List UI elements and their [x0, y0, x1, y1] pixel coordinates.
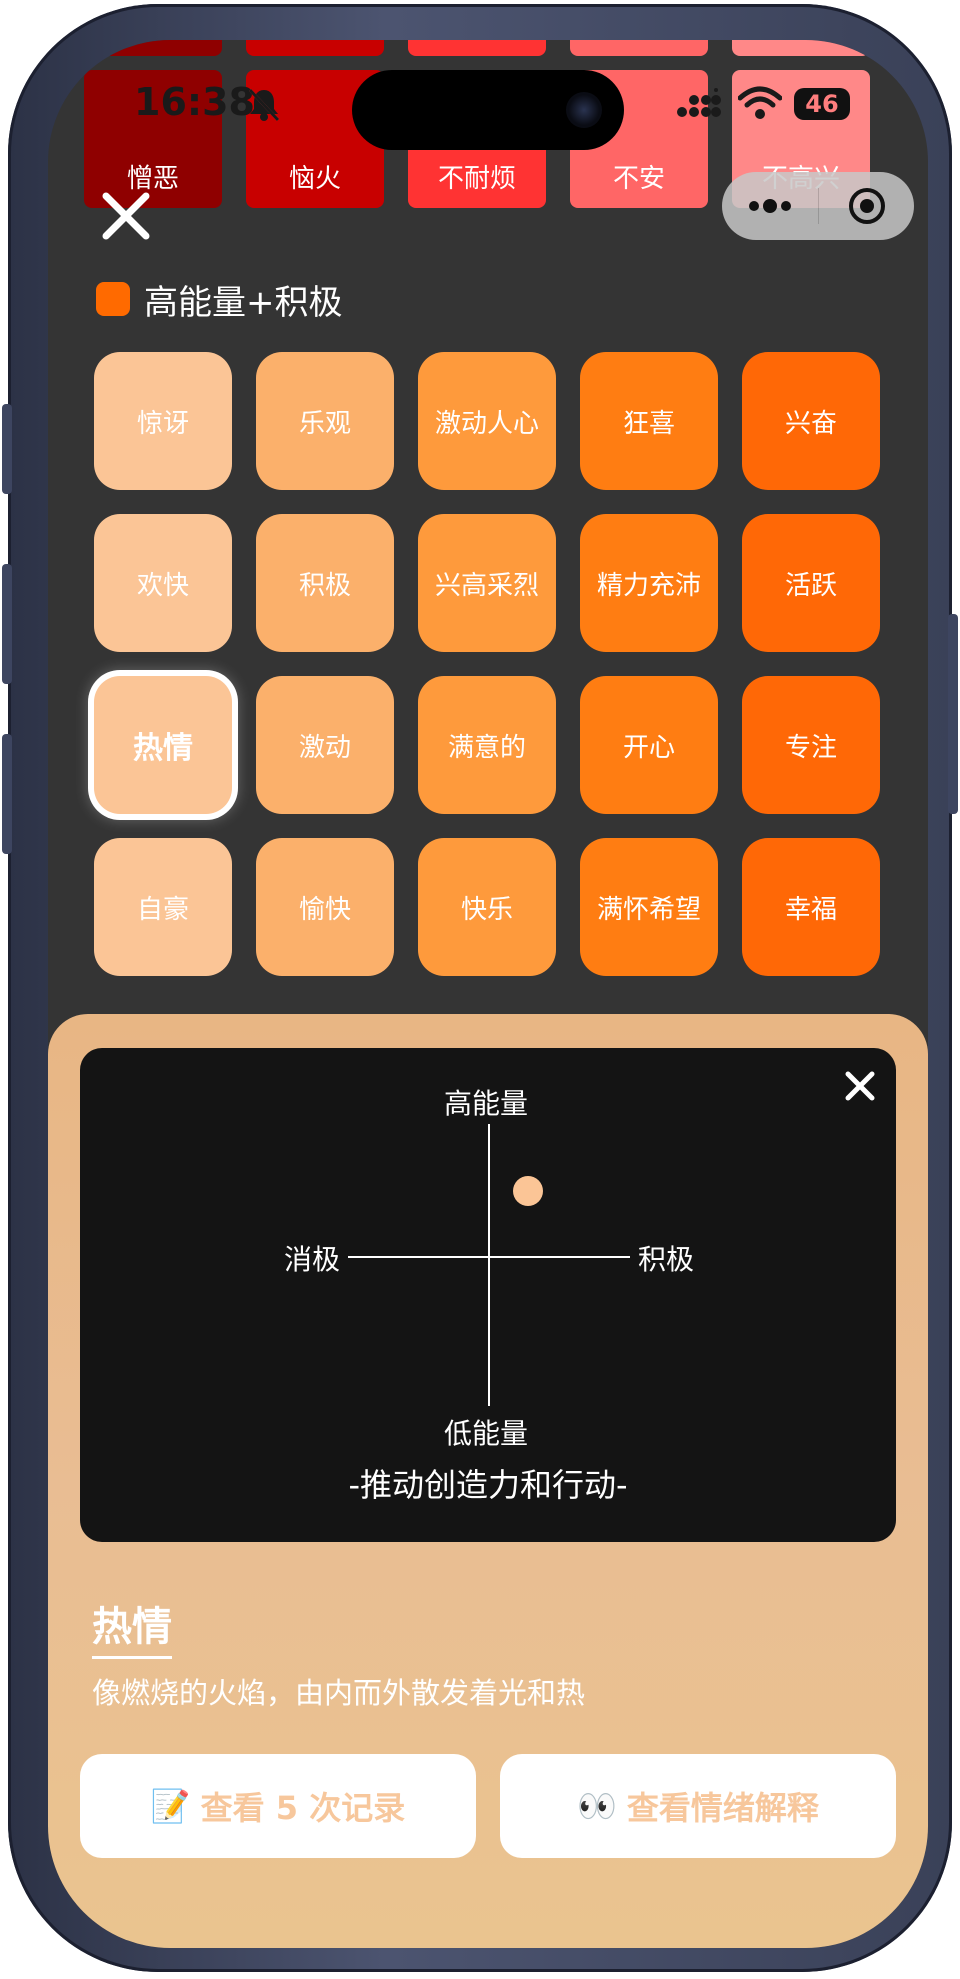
emotion-tile[interactable]: 激动 [256, 676, 394, 814]
emotion-tile[interactable]: 活跃 [742, 514, 880, 652]
power-button [948, 614, 958, 814]
cellular-signal-icon [677, 88, 721, 117]
quadrant-subtitle: -推动创造力和行动- [348, 1466, 628, 1504]
volume-up-button [2, 564, 12, 684]
silent-bell-icon [248, 88, 280, 122]
status-time: 16:38 [134, 80, 255, 124]
emotion-tile[interactable]: 兴奋 [742, 352, 880, 490]
emotion-tile[interactable]: 自豪 [94, 838, 232, 976]
silent-switch [2, 404, 12, 494]
battery-indicator: 46 [794, 88, 850, 120]
emotion-tile-label: 不安 [612, 164, 665, 194]
more-button[interactable] [722, 196, 818, 216]
axis-label-high-energy: 高能量 [444, 1087, 529, 1120]
phone-frame: 憎恶恼火不耐烦不安不高兴 16:38 [2, 4, 958, 1972]
dynamic-island [352, 70, 624, 150]
emotion-tile[interactable]: 欢快 [94, 514, 232, 652]
emotion-tile-label: 不耐烦 [437, 164, 516, 194]
emotion-tile[interactable]: 快乐 [418, 838, 556, 976]
emotion-tile[interactable]: 热情 [94, 676, 232, 814]
emotion-tile[interactable]: 开心 [580, 676, 718, 814]
emotion-description: 像燃烧的火焰，由内而外散发着光和热 [92, 1676, 586, 1710]
close-icon[interactable] [96, 186, 156, 246]
volume-down-button [2, 734, 12, 854]
memo-icon: 📝 [150, 1787, 191, 1825]
emotion-position-dot [513, 1175, 544, 1206]
emotion-tile[interactable]: 满怀希望 [580, 838, 718, 976]
energy-axis [488, 1124, 490, 1406]
status-bar: 16:38 46 [48, 40, 928, 160]
section-color-swatch [96, 282, 130, 316]
emotion-tile[interactable]: 狂喜 [580, 352, 718, 490]
section-title: 高能量+积极 [144, 282, 343, 323]
axis-label-negative: 消极 [284, 1243, 341, 1276]
section-heading: 高能量+积极 [96, 276, 343, 323]
eyes-icon: 👀 [577, 1787, 617, 1825]
view-records-label: 查看 5 次记录 [200, 1789, 406, 1827]
valence-axis [348, 1256, 630, 1258]
camera-icon [566, 92, 602, 128]
exit-button[interactable] [819, 186, 914, 226]
mini-program-capsule [722, 172, 914, 240]
emotion-tile[interactable]: 幸福 [742, 838, 880, 976]
more-dots-icon [749, 199, 791, 213]
emotion-tile-label: 恼火 [288, 164, 341, 194]
quadrant-card: 高能量 低能量 消极 积极 -推动创造力和行动- [80, 1048, 896, 1542]
wifi-icon [738, 86, 782, 119]
emotion-tile[interactable]: 愉快 [256, 838, 394, 976]
emotion-tile[interactable]: 满意的 [418, 676, 556, 814]
view-records-button[interactable]: 📝 查看 5 次记录 [80, 1754, 476, 1858]
emotion-tile[interactable]: 惊讶 [94, 352, 232, 490]
screen: 憎恶恼火不耐烦不安不高兴 16:38 [48, 40, 928, 1948]
axis-label-low-energy: 低能量 [444, 1417, 529, 1450]
target-icon [848, 188, 885, 224]
axis-label-positive: 积极 [638, 1243, 695, 1276]
emotion-tile[interactable]: 激动人心 [418, 352, 556, 490]
emotion-tile[interactable]: 精力充沛 [580, 514, 718, 652]
emotion-name: 热情 [92, 1594, 172, 1659]
close-icon[interactable] [840, 1066, 880, 1106]
view-explanation-button[interactable]: 👀 查看情绪解释 [500, 1754, 896, 1858]
emotion-tile[interactable]: 专注 [742, 676, 880, 814]
emotion-tile[interactable]: 兴高采烈 [418, 514, 556, 652]
view-explanation-label: 查看情绪解释 [626, 1789, 819, 1827]
emotion-tile[interactable]: 乐观 [256, 352, 394, 490]
emotion-detail-panel: 高能量 低能量 消极 积极 -推动创造力和行动- 热情 像燃烧的火焰，由内而外散… [48, 1014, 928, 1948]
emotion-tile[interactable]: 积极 [256, 514, 394, 652]
